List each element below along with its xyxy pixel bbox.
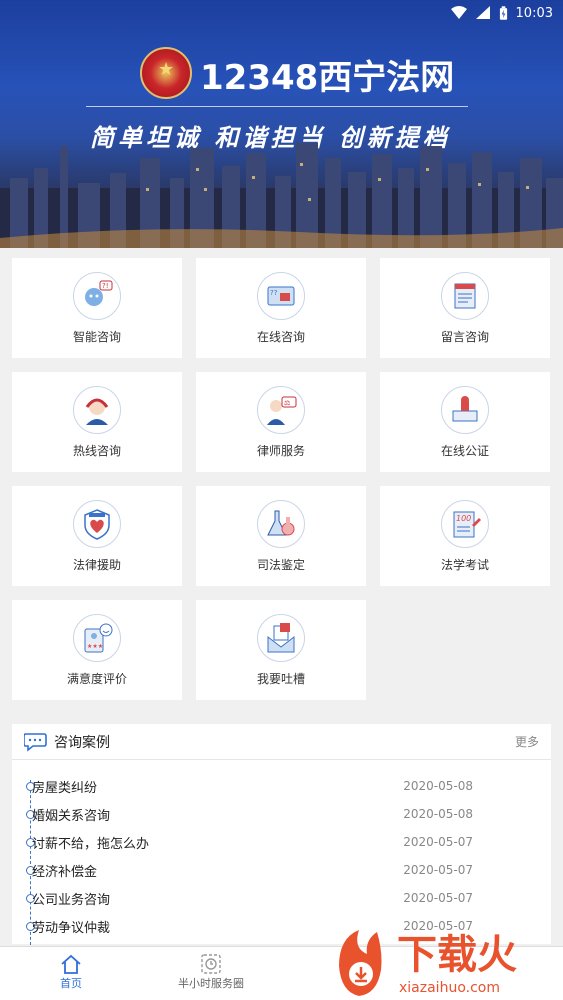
battery-icon	[499, 5, 507, 20]
service-online-consult[interactable]: ?? 在线咨询	[196, 258, 366, 358]
service-online-notary[interactable]: 在线公证	[380, 372, 550, 472]
case-item[interactable]: 讨薪不给，拖怎么办 2020-05-07	[12, 828, 551, 856]
service-label: 律师服务	[256, 444, 305, 458]
nav-service-circle[interactable]: 半小时服务圈	[178, 953, 244, 991]
service-label: 在线咨询	[256, 330, 305, 344]
service-label: 留言咨询	[440, 330, 489, 344]
wifi-icon	[450, 6, 467, 19]
clock-icon	[201, 954, 221, 974]
service-judicial-appraisal[interactable]: 司法鉴定	[196, 486, 366, 586]
legal-aid-shield-icon	[73, 500, 121, 548]
chat-bubble-icon	[24, 732, 47, 752]
service-smart-consult[interactable]: ?! 智能咨询	[12, 258, 182, 358]
header-banner: 10:03 ★ 12348西宁法网 简单坦诚 和谐担当 创新提档	[0, 0, 563, 248]
consult-cases-panel: 咨询案例 更多 房屋类纠纷 2020-05-08 婚姻关系咨询 2020-05-…	[12, 724, 551, 950]
service-label: 司法鉴定	[256, 558, 305, 572]
case-date: 2020-05-07	[403, 835, 473, 849]
case-title: 劳动争议仲裁	[32, 920, 111, 936]
service-label: 智能咨询	[72, 330, 121, 344]
case-title: 房屋类纠纷	[32, 780, 98, 796]
lawyer-icon: ⚖	[257, 386, 305, 434]
xiazaihuo-watermark-logo: 下载火 xiazaihuo.com	[339, 930, 517, 996]
case-date: 2020-05-08	[403, 807, 473, 821]
nav-service-circle-label: 半小时服务圈	[178, 977, 244, 990]
service-label: 法学考试	[440, 558, 489, 572]
status-time: 10:03	[515, 5, 553, 21]
court-emblem-icon: ★	[140, 47, 192, 99]
watermark-url: xiazaihuo.com	[399, 980, 500, 996]
watermark-text: 下载火	[397, 932, 517, 978]
service-label: 我要吐槽	[256, 672, 305, 686]
service-label: 热线咨询	[72, 444, 121, 458]
service-complaint[interactable]: 我要吐槽	[196, 600, 366, 700]
city-skyline-image	[0, 143, 563, 248]
service-legal-aid[interactable]: 法律援助	[12, 486, 182, 586]
cases-header: 咨询案例 更多	[12, 724, 551, 760]
notary-stamp-icon	[441, 386, 489, 434]
case-item[interactable]: 公司业务咨询 2020-05-07	[12, 884, 551, 912]
cases-more-link[interactable]: 更多	[515, 733, 539, 750]
case-date: 2020-05-07	[403, 863, 473, 877]
svg-text:?!: ?!	[102, 282, 109, 290]
service-lawyer[interactable]: ⚖ 律师服务	[196, 372, 366, 472]
message-consult-icon	[441, 272, 489, 320]
service-label: 法律援助	[72, 558, 121, 572]
robot-consult-icon: ?!	[73, 272, 121, 320]
case-item[interactable]: 房屋类纠纷 2020-05-08	[12, 772, 551, 800]
case-item[interactable]: 经济补偿金 2020-05-07	[12, 856, 551, 884]
nav-home[interactable]: 首页	[60, 953, 82, 991]
app-title: 12348西宁法网	[200, 58, 455, 98]
complaint-icon	[257, 614, 305, 662]
case-title: 公司业务咨询	[32, 892, 111, 908]
svg-text:★★★: ★★★	[87, 643, 103, 650]
cases-title: 咨询案例	[54, 734, 110, 751]
online-consult-icon: ??	[257, 272, 305, 320]
service-message-consult[interactable]: 留言咨询	[380, 258, 550, 358]
case-title: 讨薪不给，拖怎么办	[32, 836, 150, 852]
status-bar: 10:03	[0, 0, 563, 26]
judicial-flask-icon	[257, 500, 305, 548]
svg-text:100: 100	[456, 514, 471, 523]
service-hotline[interactable]: 热线咨询	[12, 372, 182, 472]
home-icon	[61, 954, 81, 974]
law-exam-icon: 100	[441, 500, 489, 548]
hotline-icon	[73, 386, 121, 434]
svg-text:??: ??	[270, 289, 278, 297]
case-date: 2020-05-08	[403, 779, 473, 793]
service-label: 在线公证	[440, 444, 489, 458]
svg-text:⚖: ⚖	[284, 399, 290, 407]
case-date: 2020-05-07	[403, 891, 473, 905]
service-label: 满意度评价	[66, 672, 127, 686]
service-law-exam[interactable]: 100 法学考试	[380, 486, 550, 586]
satisfaction-icon: ★★★	[73, 614, 121, 662]
banner-divider	[86, 106, 468, 107]
case-title: 婚姻关系咨询	[32, 808, 111, 824]
service-satisfaction[interactable]: ★★★ 满意度评价	[12, 600, 182, 700]
nav-home-label: 首页	[60, 977, 82, 990]
case-title: 经济补偿金	[32, 864, 98, 880]
case-item[interactable]: 婚姻关系咨询 2020-05-08	[12, 800, 551, 828]
signal-icon	[475, 6, 490, 19]
